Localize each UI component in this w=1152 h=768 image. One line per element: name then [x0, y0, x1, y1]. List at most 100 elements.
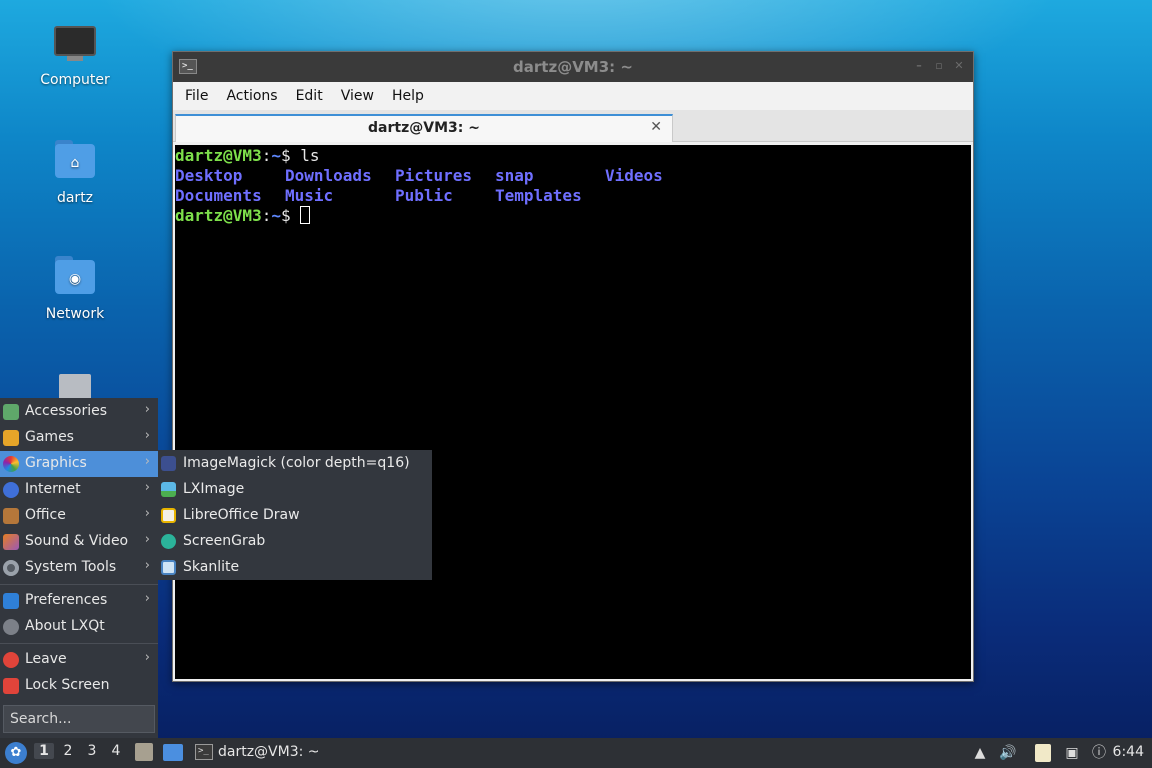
submenu-item-label: Skanlite	[183, 559, 240, 575]
lock-icon	[3, 678, 19, 694]
menu-view[interactable]: View	[332, 88, 383, 104]
desktop-switcher-4[interactable]: 4	[106, 743, 126, 759]
menu-item-label: Sound & Video	[25, 533, 129, 549]
search-input[interactable]: Search...	[3, 705, 155, 733]
submenu-item-libreoffice-draw[interactable]: LibreOffice Draw	[158, 503, 432, 529]
network-status-icon[interactable]: ▣	[1063, 744, 1081, 762]
menu-help[interactable]: Help	[383, 88, 433, 104]
chevron-right-icon: ›	[144, 650, 150, 665]
tab-close-icon[interactable]: ✕	[650, 119, 662, 135]
clock[interactable]: 6:44	[1113, 744, 1144, 760]
network-icon: ◉	[53, 256, 97, 300]
menu-item-office[interactable]: Office ›	[0, 503, 158, 529]
menu-item-about[interactable]: About LXQt	[0, 614, 158, 640]
menu-item-games[interactable]: Games ›	[0, 425, 158, 451]
imagemagick-icon	[161, 456, 176, 471]
prompt-user: dartz@VM3	[175, 146, 262, 165]
home-folder-icon: ⌂	[53, 140, 97, 184]
menu-item-leave[interactable]: Leave ›	[0, 647, 158, 673]
desktop-switcher-1[interactable]: 1	[34, 743, 54, 759]
volume-icon[interactable]: 🔊	[999, 744, 1017, 762]
menu-item-label: System Tools	[25, 559, 117, 575]
menu-item-label: Preferences	[25, 592, 108, 608]
update-notifier-icon[interactable]: ⓘ	[1090, 744, 1108, 762]
info-icon	[3, 619, 19, 635]
desktop-icon-label: Network	[45, 306, 105, 322]
skanlite-icon	[161, 560, 176, 575]
window-titlebar[interactable]: >_ dartz@VM3: ~ – ▫ ✕	[173, 52, 973, 82]
command-text: ls	[300, 146, 320, 165]
task-label: dartz@VM3: ~	[218, 744, 320, 760]
computer-icon	[53, 22, 97, 66]
desktop-home-folder[interactable]: ⌂ dartz	[20, 140, 130, 206]
dir-entry: Templates	[495, 186, 582, 205]
terminal-line: dartz@VM3:~$ ls	[175, 146, 320, 165]
menu-item-sound-video[interactable]: Sound & Video ›	[0, 529, 158, 555]
submenu-item-skanlite[interactable]: Skanlite	[158, 555, 432, 581]
prompt-path: ~	[271, 206, 281, 225]
menu-item-label: Lock Screen	[25, 677, 110, 693]
desktop-network[interactable]: ◉ Network	[20, 256, 130, 322]
terminal-icon: >_	[195, 744, 213, 760]
desktop-switcher-3[interactable]: 3	[82, 743, 102, 759]
terminal-output[interactable]: dartz@VM3:~$ ls Desktop Downloads Pictur…	[175, 145, 971, 679]
menu-item-lock-screen[interactable]: Lock Screen	[0, 673, 158, 699]
desktop-switcher-2[interactable]: 2	[58, 743, 78, 759]
tab-terminal[interactable]: dartz@VM3: ~ ✕	[175, 114, 673, 142]
menu-item-label: Games	[25, 429, 74, 445]
submenu-item-label: LibreOffice Draw	[183, 507, 300, 523]
dir-entry: Downloads	[285, 166, 372, 185]
menu-item-label: Graphics	[25, 455, 87, 471]
submenu-item-label: ImageMagick (color depth=q16)	[183, 455, 410, 471]
file-manager-icon[interactable]	[135, 743, 153, 761]
menu-item-accessories[interactable]: Accessories ›	[0, 399, 158, 425]
menu-edit[interactable]: Edit	[287, 88, 332, 104]
taskbar-task-terminal[interactable]: >_ dartz@VM3: ~	[192, 738, 382, 768]
chevron-right-icon: ›	[144, 480, 150, 495]
desktop-icon-label: dartz	[56, 190, 94, 206]
submenu-item-label: LXImage	[183, 481, 245, 497]
games-icon	[3, 430, 19, 446]
prompt-symbol: $	[280, 206, 301, 225]
dir-entry: Documents	[175, 186, 262, 205]
start-menu-button[interactable]: ✿	[5, 742, 27, 764]
desktop-icon-label: Computer	[40, 72, 110, 88]
menu-item-graphics[interactable]: Graphics ›	[0, 451, 158, 477]
chevron-right-icon: ›	[144, 506, 150, 521]
dir-entry: Public	[395, 186, 453, 205]
graphics-icon	[3, 456, 19, 472]
prompt-path: ~	[271, 146, 281, 165]
submenu-item-imagemagick[interactable]: ImageMagick (color depth=q16)	[158, 451, 432, 477]
close-icon[interactable]: ✕	[953, 60, 965, 72]
removable-media-icon[interactable]: ▲	[971, 744, 989, 762]
tab-strip: dartz@VM3: ~ ✕	[173, 110, 973, 142]
terminal-window[interactable]: >_ dartz@VM3: ~ – ▫ ✕ File Actions Edit …	[172, 51, 974, 682]
terminal-line: Desktop Downloads Pictures snap Videos	[175, 166, 971, 186]
menu-item-label: Leave	[25, 651, 67, 667]
submenu-item-screengrab[interactable]: ScreenGrab	[158, 529, 432, 555]
maximize-icon[interactable]: ▫	[933, 60, 945, 72]
menu-item-label: Office	[25, 507, 66, 523]
taskbar: ✿ 1 2 3 4 >_ dartz@VM3: ~ ▲ 🔊 ▣ ⓘ 6:44	[0, 738, 1152, 768]
sound-video-icon	[3, 534, 19, 550]
menu-item-system-tools[interactable]: System Tools ›	[0, 555, 158, 581]
menu-item-label: About LXQt	[25, 618, 105, 634]
desktop-computer[interactable]: Computer	[20, 22, 130, 88]
preferences-icon	[3, 593, 19, 609]
dir-entry: Pictures	[395, 166, 473, 185]
lximage-icon	[161, 482, 176, 497]
dir-entry: Desktop	[175, 166, 243, 185]
minimize-icon[interactable]: –	[913, 60, 925, 72]
prompt-user: dartz@VM3	[175, 206, 262, 225]
terminal-line: Documents Music Public Templates	[175, 186, 971, 206]
clipboard-icon[interactable]	[1035, 744, 1051, 762]
menu-actions[interactable]: Actions	[217, 88, 286, 104]
terminal-line: dartz@VM3:~$	[175, 206, 971, 226]
menu-item-preferences[interactable]: Preferences ›	[0, 588, 158, 614]
show-desktop-icon[interactable]	[163, 744, 183, 761]
menu-file[interactable]: File	[176, 88, 217, 104]
submenu-item-lximage[interactable]: LXImage	[158, 477, 432, 503]
chevron-right-icon: ›	[144, 454, 150, 469]
menu-item-internet[interactable]: Internet ›	[0, 477, 158, 503]
accessories-icon	[3, 404, 19, 420]
